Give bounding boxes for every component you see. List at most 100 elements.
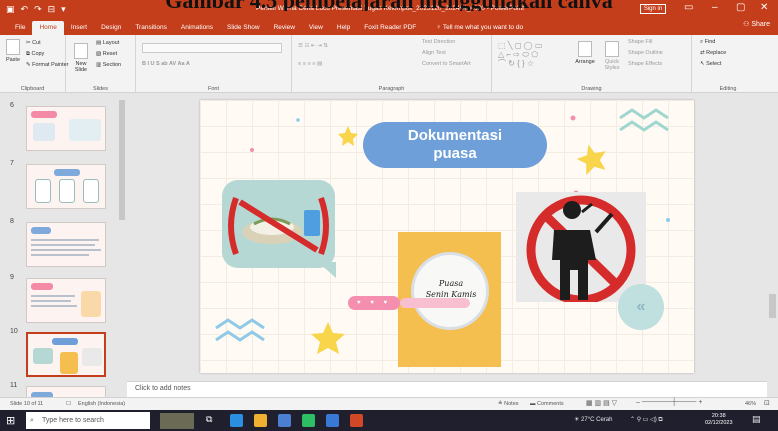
chrome-icon[interactable]: [302, 414, 315, 427]
thumbnail-slide-10[interactable]: 10: [0, 328, 118, 384]
slide-scrollbar[interactable]: [767, 94, 778, 381]
thumbnail-image: [26, 106, 106, 151]
powerpoint-window: Gambar 4.5 pembelajaran menggunakan canv…: [0, 0, 778, 431]
thumbnail-number: 8: [10, 218, 14, 225]
tab-file[interactable]: File: [8, 21, 32, 35]
shape-fill-button[interactable]: Shape Fill: [628, 39, 652, 45]
no-eating-image[interactable]: [222, 180, 335, 268]
font-format-buttons[interactable]: B I U S ab AV Aa A: [142, 61, 190, 67]
paste-button[interactable]: Paste: [3, 39, 23, 63]
align-text-button[interactable]: Align Text: [422, 50, 446, 56]
reset-label: Reset: [102, 51, 118, 57]
find-label: Find: [704, 39, 716, 45]
tab-home[interactable]: Home: [32, 21, 64, 35]
zoom-slider[interactable]: – ──────┼──── +: [636, 399, 702, 406]
tell-me-search[interactable]: ♀ Tell me what you want to do: [429, 21, 530, 35]
comments-toggle[interactable]: ▬ Comments: [530, 401, 564, 407]
powerpoint-taskbar-icon[interactable]: [350, 414, 363, 427]
thumbnail-slide-11[interactable]: 11: [0, 382, 118, 397]
copy-button[interactable]: ⧉ Copy: [26, 51, 44, 58]
notification-icon[interactable]: ▤: [752, 414, 761, 425]
system-tray-icons[interactable]: ⌃ ⚲ ▭ ◁) ⧉: [630, 416, 663, 424]
weather-widget[interactable]: ☀ 27°C Cerah: [574, 416, 612, 423]
windows-taskbar: ⊞ ⌕ Type here to search ⧉ ☀ 27°C Cerah ⌃…: [0, 410, 778, 431]
tab-animations[interactable]: Animations: [174, 21, 220, 35]
reset-button[interactable]: ▧ Reset: [96, 51, 117, 57]
notes-toggle[interactable]: ≙ Notes: [498, 401, 519, 407]
slide-counter: Slide 10 of 11: [10, 401, 44, 407]
spellcheck-icon[interactable]: ☐: [66, 401, 71, 407]
taskbar-weather-thumbnail[interactable]: [160, 413, 194, 429]
file-explorer-icon[interactable]: [254, 414, 267, 427]
list-buttons[interactable]: ☰ ☷ ⇤ ⇥ ⇅: [298, 43, 328, 49]
section-button[interactable]: ▥ Section: [96, 62, 121, 68]
shape-outline-button[interactable]: Shape Outline: [628, 50, 663, 56]
format-painter-label: Format Painter: [32, 62, 69, 68]
thumbnail-slide-8[interactable]: 8: [0, 218, 118, 274]
tab-transitions[interactable]: Transitions: [128, 21, 174, 35]
slide-scrollbar-thumb[interactable]: [769, 294, 776, 318]
store-icon[interactable]: [278, 414, 291, 427]
notes-pane[interactable]: Click to add notes: [127, 381, 767, 397]
tab-review[interactable]: Review: [267, 21, 302, 35]
group-slides: New Slide ▤ Layout ▧ Reset ▥ Section Sli…: [66, 35, 136, 93]
cut-label: Cut: [32, 40, 41, 46]
share-button[interactable]: ⚇ Share: [743, 20, 770, 28]
fit-slide-icon[interactable]: ⊡: [764, 399, 770, 407]
format-painter-button[interactable]: ✎ Format Painter: [26, 62, 69, 68]
thumbnail-scrollbar[interactable]: [118, 94, 126, 397]
no-smoking-eating-image[interactable]: [516, 192, 646, 302]
plate-caption[interactable]: Puasa Senin Kamis: [414, 278, 488, 300]
copy-label: Copy: [31, 51, 45, 57]
task-view-icon[interactable]: ⧉: [206, 414, 219, 427]
thumbnail-number: 6: [10, 102, 14, 109]
clipboard-icon: [6, 39, 20, 55]
taskbar-search-box[interactable]: ⌕ Type here to search: [26, 412, 150, 429]
quick-styles-icon: [605, 41, 619, 57]
tab-slide-show[interactable]: Slide Show: [220, 21, 267, 35]
slide-editing-area: Dokumentasi puasa Puasa Senin Kamis ♥ ♥ …: [127, 94, 778, 381]
quick-styles-button[interactable]: Quick Styles: [600, 41, 624, 71]
view-buttons[interactable]: ▦ ▥ ▤ ▽: [586, 399, 617, 407]
find-button[interactable]: ⌕ Find: [700, 39, 715, 46]
windows-start-icon[interactable]: ⊞: [6, 414, 15, 427]
arrange-button[interactable]: Arrange: [574, 41, 596, 65]
thumbnail-image: [26, 278, 106, 323]
group-paragraph: ☰ ☷ ⇤ ⇥ ⇅ ≡ ≡ ≡ ≡ ▤ Text Direction Align…: [292, 35, 492, 93]
layout-button[interactable]: ▤ Layout: [96, 40, 119, 46]
thumbnail-image: [26, 164, 106, 209]
language-indicator[interactable]: English (Indonesia): [78, 401, 125, 407]
text-direction-button[interactable]: Text Direction: [422, 39, 455, 45]
group-drawing: ⬚ ╲ ◻ ◯ ▭ △ ⌐ ⇨ ⬭ ⬠ ⌒ ↻ { } ☆ Arrange Quic…: [492, 35, 692, 93]
tab-design[interactable]: Design: [94, 21, 128, 35]
thumbnail-slide-9[interactable]: 9: [0, 274, 118, 330]
select-button[interactable]: ↖ Select: [700, 61, 721, 67]
tab-help[interactable]: Help: [330, 21, 357, 35]
font-name-box[interactable]: [142, 43, 282, 53]
new-slide-button[interactable]: New Slide: [70, 43, 92, 73]
group-font: B I U S ab AV Aa A Font: [136, 35, 292, 93]
shape-effects-button[interactable]: Shape Effects: [628, 61, 662, 67]
tab-insert[interactable]: Insert: [64, 21, 94, 35]
arrange-label: Arrange: [575, 59, 595, 65]
comment-icon: ▬: [530, 401, 538, 407]
align-buttons[interactable]: ≡ ≡ ≡ ≡ ▤: [298, 61, 322, 67]
system-clock[interactable]: 20:38 02/12/2023: [705, 413, 733, 427]
tab-foxit-reader-pdf[interactable]: Foxit Reader PDF: [357, 21, 423, 35]
edge-icon[interactable]: [230, 414, 243, 427]
tab-view[interactable]: View: [302, 21, 330, 35]
sun-icon: ☀: [574, 417, 582, 423]
slide-title[interactable]: Dokumentasi puasa: [363, 122, 547, 168]
thumbnail-image: [26, 222, 106, 267]
thumbnail-slide-6[interactable]: 6: [0, 102, 118, 158]
replace-button[interactable]: ⇄ Replace: [700, 50, 726, 56]
zoom-level[interactable]: 46%: [745, 401, 756, 407]
current-slide[interactable]: Dokumentasi puasa Puasa Senin Kamis ♥ ♥ …: [200, 100, 694, 373]
scrollbar-thumb[interactable]: [119, 100, 125, 220]
word-icon[interactable]: [326, 414, 339, 427]
shapes-gallery[interactable]: ⬚ ╲ ◻ ◯ ▭ △ ⌐ ⇨ ⬭ ⬠ ⌒ ↻ { } ☆: [498, 41, 542, 68]
rewind-icon[interactable]: «: [618, 284, 664, 330]
thumbnail-slide-7[interactable]: 7: [0, 160, 118, 216]
convert-smartart-button[interactable]: Convert to SmartArt: [422, 61, 471, 67]
cut-button[interactable]: ✂ Cut: [26, 40, 41, 46]
